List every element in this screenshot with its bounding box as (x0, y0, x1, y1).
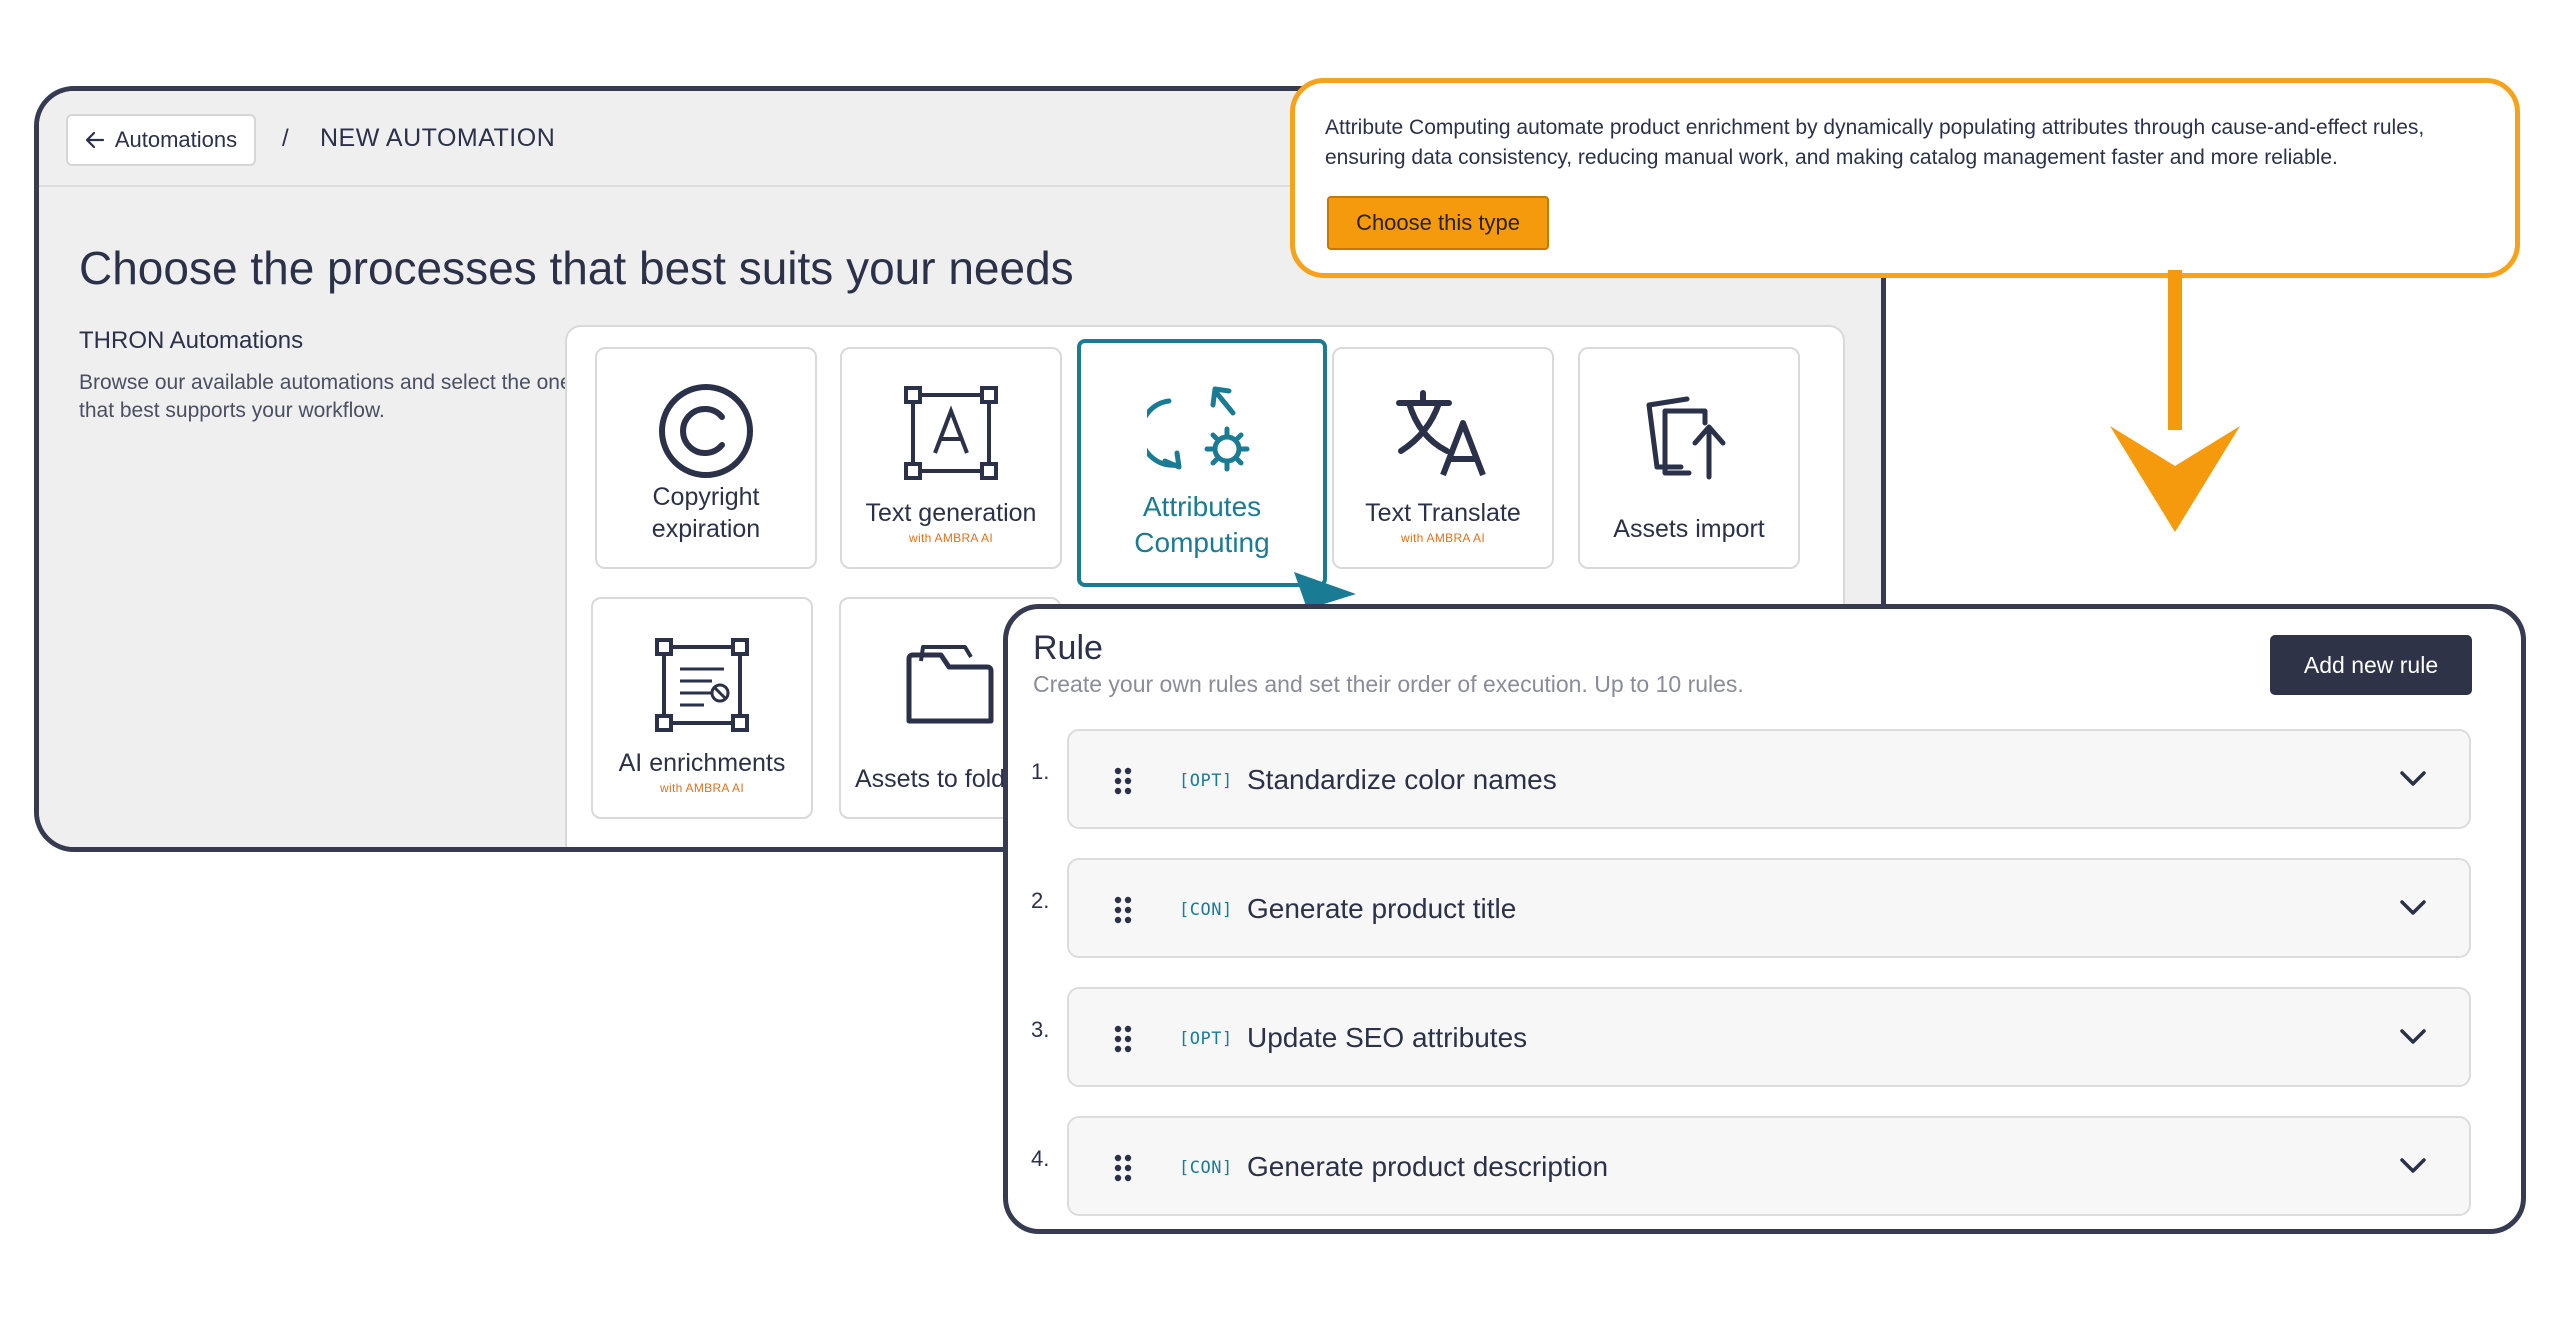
ai-enrichments-icon (655, 638, 749, 732)
choose-this-type-button[interactable]: Choose this type (1327, 196, 1549, 250)
rule-type-tag: [OPT] (1179, 771, 1233, 791)
back-to-automations-button[interactable]: Automations (66, 114, 256, 166)
card-label: Copyright expiration (651, 483, 761, 543)
ambra-ai-badge: with AMBRA AI (660, 781, 744, 795)
rule-name: Generate product title (1247, 893, 1517, 924)
card-label: Attributes Computing (1134, 491, 1270, 558)
add-new-rule-button[interactable]: Add new rule (2270, 635, 2472, 695)
text-generation-icon (904, 386, 998, 480)
card-assets-import[interactable]: Assets import (1578, 347, 1800, 569)
chevron-down-icon[interactable] (2399, 898, 2427, 918)
rule-type-tag: [OPT] (1179, 1029, 1233, 1049)
rule-panel-description: Create your own rules and set their orde… (1033, 671, 1744, 697)
chevron-down-icon[interactable] (2399, 1156, 2427, 1176)
rule-name: Standardize color names (1247, 764, 1557, 795)
card-text-translate[interactable]: Text Translate with AMBRA AI (1332, 347, 1554, 569)
card-label: Assets import (1613, 515, 1765, 543)
card-copyright-expiration[interactable]: Copyright expiration (595, 347, 817, 569)
rule-type-tag: [CON] (1179, 1158, 1233, 1178)
page-title: Choose the processes that best suits you… (79, 242, 1074, 294)
rule-panel: Rule Create your own rules and set their… (1003, 604, 2526, 1234)
assets-import-icon (1646, 396, 1726, 480)
drag-handle-icon[interactable] (1114, 896, 1132, 924)
section-title: THRON Automations (79, 327, 304, 354)
folder-icon (906, 645, 994, 724)
card-label: Assets to fold (855, 765, 1006, 793)
copyright-icon (659, 384, 753, 478)
rule-row: 3. [OPT] Update SEO attributes (1008, 987, 2521, 1087)
rule-number: 3. (1031, 1017, 1050, 1042)
rule-type-tag: [CON] (1179, 900, 1233, 920)
back-button-label: Automations (114, 127, 238, 152)
chevron-down-icon[interactable] (2399, 769, 2427, 789)
rule-number: 4. (1031, 1146, 1050, 1171)
ambra-ai-badge: with AMBRA AI (909, 531, 993, 545)
section-description: Browse our available automations and sel… (79, 371, 572, 422)
rule-item[interactable]: [CON] Generate product title (1067, 858, 2471, 958)
card-ai-enrichments[interactable]: AI enrichments with AMBRA AI (591, 597, 813, 819)
translate-icon (1396, 390, 1486, 477)
breadcrumb-separator: / (282, 125, 289, 152)
attributes-computing-icon (1147, 386, 1250, 472)
card-label: Text Translate (1365, 499, 1521, 527)
drag-handle-icon[interactable] (1114, 767, 1132, 795)
card-attributes-computing[interactable]: Attributes Computing (1077, 339, 1327, 587)
tooltip-text: Attribute Computing automate product enr… (1325, 116, 2425, 169)
rule-item[interactable]: [OPT] Standardize color names (1067, 729, 2471, 829)
card-text-generation[interactable]: Text generation with AMBRA AI (840, 347, 1062, 569)
card-label: Text generation (865, 499, 1037, 527)
rule-row: 1. [OPT] Standardize color names (1008, 729, 2521, 829)
arrow-down-icon (2110, 270, 2240, 532)
drag-handle-icon[interactable] (1114, 1025, 1132, 1053)
rule-panel-title: Rule (1033, 629, 1103, 667)
drag-handle-icon[interactable] (1114, 1154, 1132, 1182)
rule-row: 4. [CON] Generate product description (1008, 1116, 2521, 1216)
ambra-ai-badge: with AMBRA AI (1401, 531, 1485, 545)
type-description-tooltip: Attribute Computing automate product enr… (1290, 78, 2520, 278)
arrow-left-icon (85, 131, 104, 149)
rule-number: 1. (1031, 759, 1050, 784)
card-label: AI enrichments (618, 749, 786, 777)
breadcrumb-current: NEW AUTOMATION (320, 124, 556, 152)
rule-row: 2. [CON] Generate product title (1008, 858, 2521, 958)
chevron-down-icon[interactable] (2399, 1027, 2427, 1047)
rule-item[interactable]: [OPT] Update SEO attributes (1067, 987, 2471, 1087)
rule-item[interactable]: [CON] Generate product description (1067, 1116, 2471, 1216)
rule-name: Generate product description (1247, 1151, 1609, 1182)
rule-name: Update SEO attributes (1247, 1022, 1528, 1053)
rule-number: 2. (1031, 888, 1050, 913)
